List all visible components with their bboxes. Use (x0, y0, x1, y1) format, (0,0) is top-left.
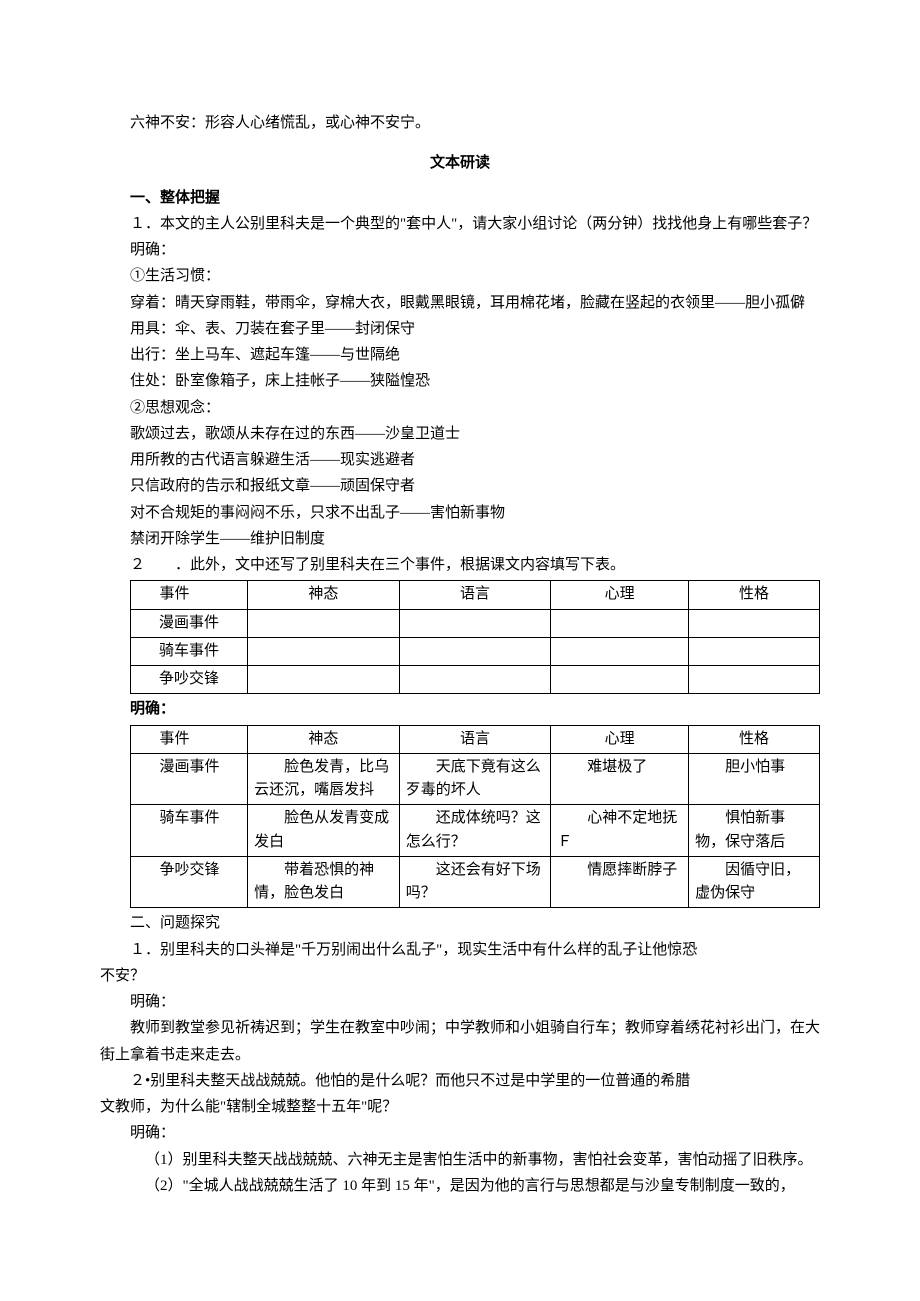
idea-4: 对不合规矩的事闷闷不乐，只求不出乱子——害怕新事物 (100, 500, 820, 526)
idea-label: ②思想观念： (100, 395, 820, 421)
table-row: 事件 神态 语言 心理 性格 (131, 725, 820, 753)
idea-3: 只信政府的告示和报纸文章——顽固保守者 (100, 473, 820, 499)
th-event: 事件 (137, 583, 241, 606)
th-shentai: 神态 (248, 581, 400, 609)
sec1-title: 一、整体把握 (100, 185, 820, 211)
r3c4: 情愿摔断脖子 (551, 856, 689, 908)
intro-text: 六神不安：形容人心绪慌乱，或心神不安宁。 (100, 110, 820, 136)
heading-research: 文本研读 (100, 150, 820, 176)
cell-empty (689, 609, 820, 637)
cell-empty (399, 666, 551, 694)
sec1-mingque: 明确： (100, 237, 820, 263)
cell-empty (551, 637, 689, 665)
sec2-a1: 教师到教堂参见祈祷迟到；学生在教室中吵闹；中学教师和小姐骑自行车；教师穿着绣花衬… (100, 1015, 820, 1068)
th-xinli: 心理 (551, 581, 689, 609)
th2-xingge: 性格 (689, 725, 820, 753)
cell-event-3: 争吵交锋 (131, 666, 248, 694)
r3c5: 因循守旧，虚伪保守 (689, 856, 820, 908)
table-blank: 事件 神态 语言 心理 性格 漫画事件 骑车事件 争吵交锋 (130, 580, 820, 694)
r3c1: 争吵交锋 (137, 859, 241, 882)
table-row: 争吵交锋 带着恐惧的神情，脸色发白 这还会有好下场吗？ 情愿摔断脖子 因循守旧，… (131, 856, 820, 908)
cell-empty (689, 637, 820, 665)
sec2-a2-1: （1）别里科夫整天战战兢兢、六神无主是害怕生活中的新事物，害怕社会变革，害怕动摇… (100, 1147, 820, 1173)
sec2-q1b: 不安？ (100, 963, 820, 989)
table-row: 事件 神态 语言 心理 性格 (131, 581, 820, 609)
th2-xinli: 心理 (551, 725, 689, 753)
habit-4: 住处：卧室像箱子，床上挂帐子——狭隘惶恐 (100, 368, 820, 394)
table-row: 骑车事件 脸色从发青变成发白 还成体统吗？这怎么行？ 心神不定地抚Ｆ 惧怕新事物… (131, 805, 820, 857)
sec2-mingque2: 明确： (100, 1120, 820, 1146)
r2c4: 心神不定地抚Ｆ (551, 805, 689, 857)
idea-1: 歌颂过去，歌颂从未存在过的东西——沙皇卫道士 (100, 421, 820, 447)
sec2-q1a: １．别里科夫的口头禅是"千万别闹出什么乱子"，现实生活中有什么样的乱子让他惊恐 (100, 937, 820, 963)
r1c5: 胆小怕事 (689, 753, 820, 805)
sec1-q1: １．本文的主人公别里科夫是一个典型的"套中人"，请大家小组讨论（两分钟）找找他身… (100, 211, 820, 237)
cell-empty (399, 609, 551, 637)
cell-empty (689, 666, 820, 694)
th-yuyan: 语言 (399, 581, 551, 609)
habit-2: 用具：伞、表、刀装在套子里——封闭保守 (100, 316, 820, 342)
mingque-2: 明确： (100, 696, 820, 722)
sec2-title: 二、问题探究 (100, 910, 820, 936)
sec2-mingque: 明确： (100, 989, 820, 1015)
cell-empty (248, 666, 400, 694)
r1c1: 漫画事件 (137, 756, 241, 779)
r2c3: 还成体统吗？这怎么行？ (399, 805, 551, 857)
cell-empty (248, 609, 400, 637)
r1c4: 难堪极了 (551, 753, 689, 805)
habit-label: ①生活习惯： (100, 263, 820, 289)
habit-3: 出行：坐上马车、遮起车篷——与世隔绝 (100, 342, 820, 368)
cell-empty (248, 637, 400, 665)
cell-empty (551, 609, 689, 637)
r1c3: 天底下竟有这么歹毒的坏人 (399, 753, 551, 805)
cell-empty (399, 637, 551, 665)
th2-event: 事件 (137, 728, 241, 751)
table-row: 骑车事件 (131, 637, 820, 665)
sec2-q2a: ２•别里科夫整天战战兢兢。他怕的是什么呢？而他只不过是中学里的一位普通的希腊 (100, 1068, 820, 1094)
table-row: 争吵交锋 (131, 666, 820, 694)
th-xingge: 性格 (689, 581, 820, 609)
table-row: 漫画事件 (131, 609, 820, 637)
r2c1: 骑车事件 (137, 807, 241, 830)
idea-2: 用所教的古代语言躲避生活——现实逃避者 (100, 447, 820, 473)
table-row: 漫画事件 脸色发青，比乌云还沉，嘴唇发抖 天底下竟有这么歹毒的坏人 难堪极了 胆… (131, 753, 820, 805)
habit-1: 穿着：晴天穿雨鞋，带雨伞，穿棉大衣，眼戴黑眼镜，耳用棉花堵，脸藏在竖起的衣领里—… (100, 290, 820, 316)
cell-event-2: 骑车事件 (131, 637, 248, 665)
idea-5: 禁闭开除学生——维护旧制度 (100, 526, 820, 552)
cell-event-1: 漫画事件 (131, 609, 248, 637)
cell-empty (551, 666, 689, 694)
r2c2: 脸色从发青变成发白 (248, 805, 400, 857)
sec2-q2b: 文教师，为什么能"辖制全城整整十五年"呢？ (100, 1094, 820, 1120)
sec2-a2-2: （2）"全城人战战兢兢生活了 10 年到 15 年"，是因为他的言行与思想都是与… (100, 1173, 820, 1199)
table-answers: 事件 神态 语言 心理 性格 漫画事件 脸色发青，比乌云还沉，嘴唇发抖 天底下竟… (130, 725, 820, 909)
r2c5: 惧怕新事物，保守落后 (689, 805, 820, 857)
th2-yuyan: 语言 (399, 725, 551, 753)
r3c3: 这还会有好下场吗？ (399, 856, 551, 908)
r1c2: 脸色发青，比乌云还沉，嘴唇发抖 (248, 753, 400, 805)
r3c2: 带着恐惧的神情，脸色发白 (248, 856, 400, 908)
sec1-q2: ２ ．此外，文中还写了别里科夫在三个事件，根据课文内容填写下表。 (100, 552, 820, 578)
th2-shentai: 神态 (248, 725, 400, 753)
